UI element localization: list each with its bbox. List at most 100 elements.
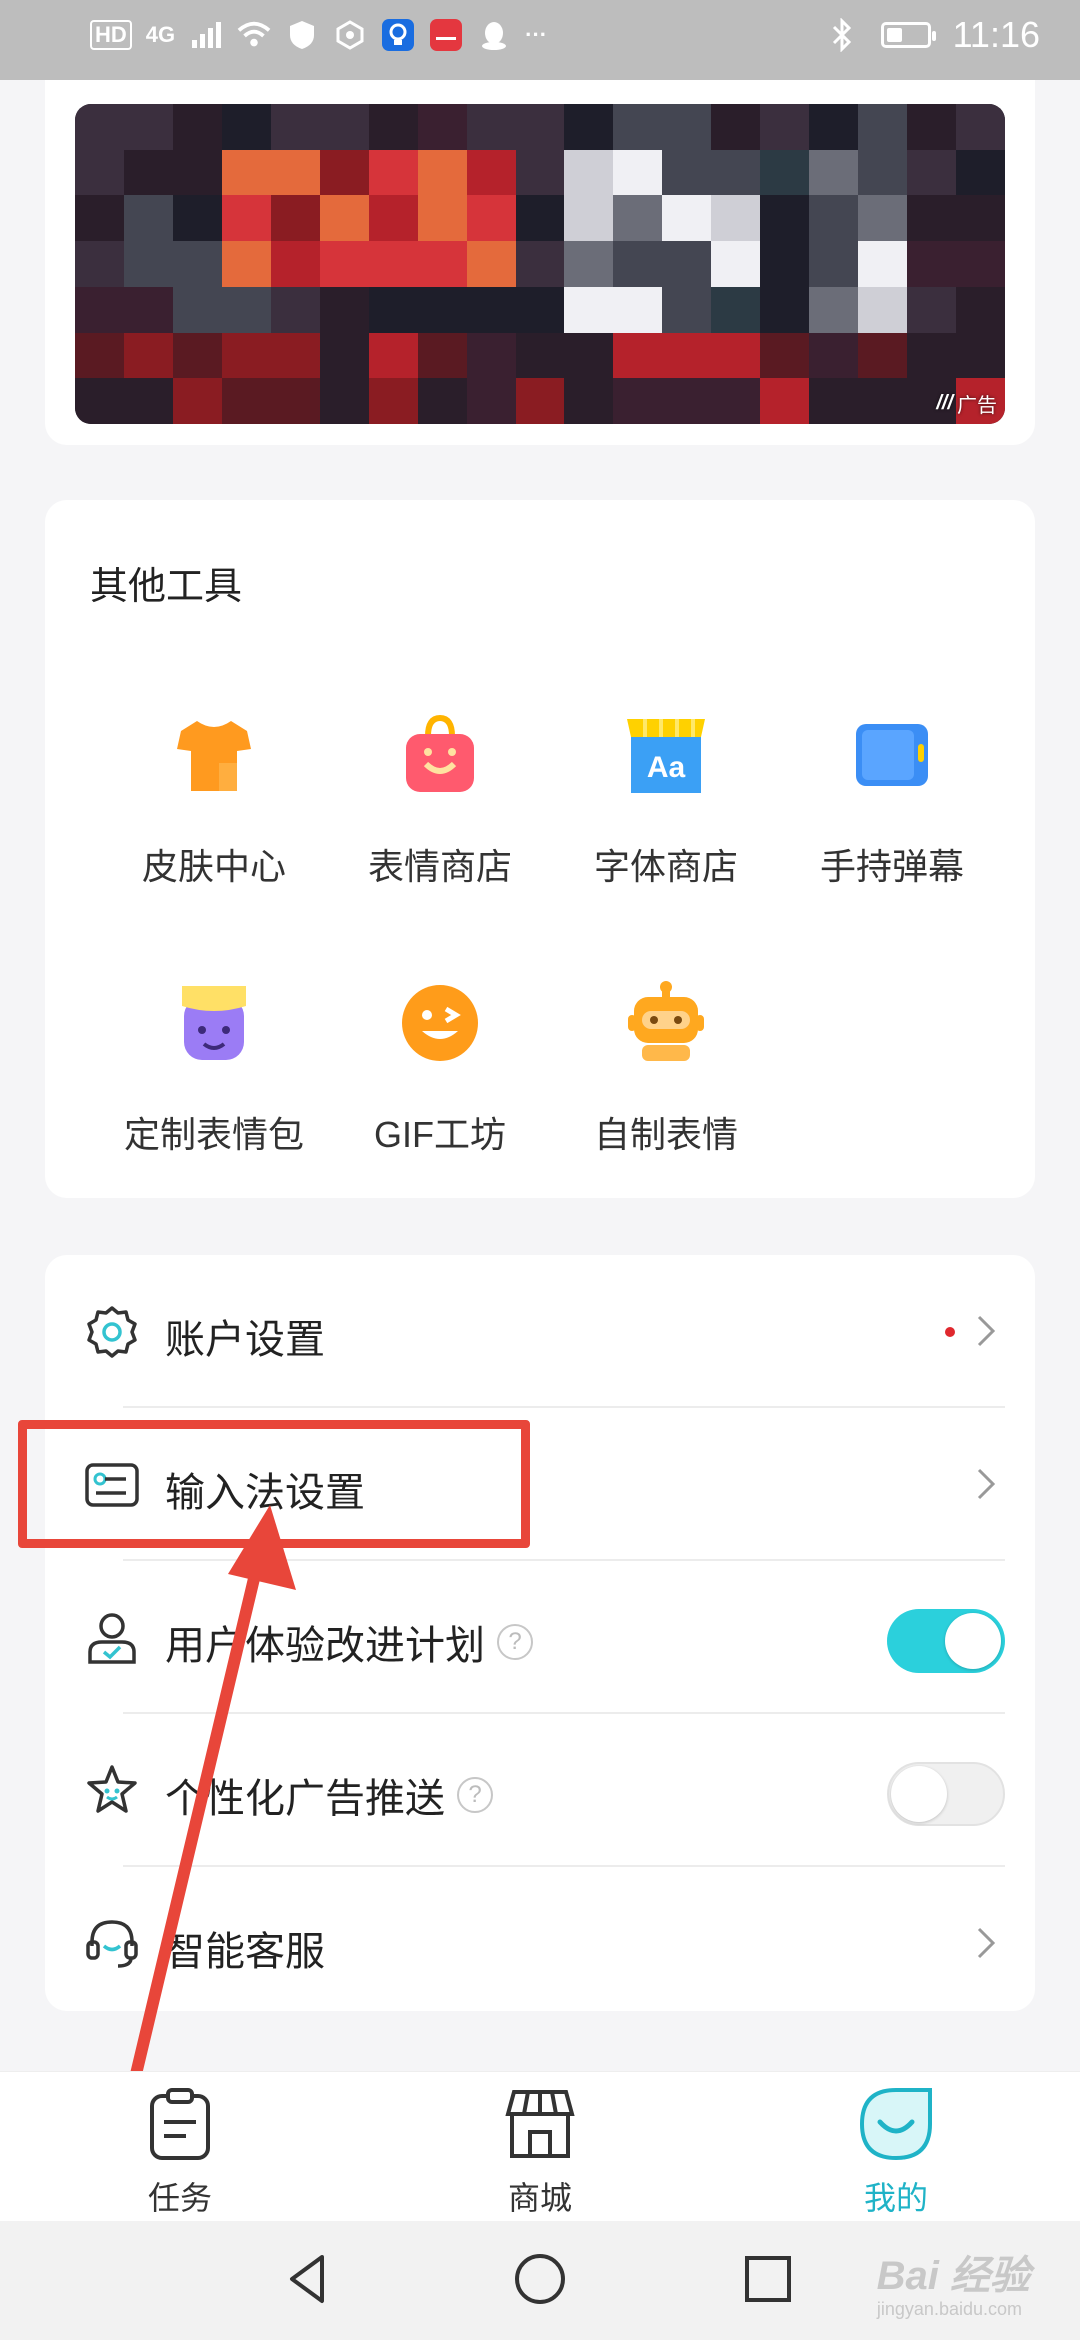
tool-handheld-danmaku[interactable]: 手持弹幕 xyxy=(779,710,1005,890)
ad-logo-icon: /// xyxy=(936,392,953,414)
banner-mosaic-tile xyxy=(368,332,418,379)
banner-mosaic-tile xyxy=(515,195,565,242)
banner-mosaic-tile xyxy=(956,149,1005,196)
banner-mosaic-tile xyxy=(564,286,614,333)
tool-label: 皮肤中心 xyxy=(141,846,286,887)
banner-mosaic-tile xyxy=(221,332,271,379)
back-icon[interactable] xyxy=(278,2249,338,2309)
banner-mosaic-tile xyxy=(466,286,516,333)
banner-mosaic-tile xyxy=(123,104,173,150)
banner-mosaic-tile xyxy=(319,332,369,379)
banner-mosaic-tile xyxy=(75,286,124,333)
settings-row-label: 智能客服 xyxy=(165,1919,325,1977)
banner-mosaic-tile xyxy=(123,332,173,379)
banner-mosaic-tile xyxy=(466,149,516,196)
banner-mosaic-tile xyxy=(711,149,761,196)
banner-mosaic-tile xyxy=(711,286,761,333)
settings-row-account[interactable]: 账户设置 xyxy=(45,1255,1035,1408)
huawei-app-icon xyxy=(429,18,463,52)
ad-label: 广告 xyxy=(957,395,997,417)
settings-row-label: 个性化广告推送 ? xyxy=(165,1766,493,1824)
banner-mosaic-tile xyxy=(270,104,320,150)
tool-font-store[interactable]: Aa 字体商店 xyxy=(553,710,779,890)
banner-mosaic-tile xyxy=(221,241,271,287)
banner-mosaic-tile xyxy=(368,378,418,424)
banner-mosaic-tile xyxy=(662,286,712,333)
banner-mosaic-tile xyxy=(417,378,467,424)
banner-card: /// 广告 xyxy=(45,80,1035,445)
banner-mosaic-tile xyxy=(662,104,712,150)
banner-mosaic-tile xyxy=(75,149,124,196)
banner-mosaic-tile xyxy=(319,104,369,150)
help-icon[interactable]: ? xyxy=(457,1777,493,1813)
banner-mosaic-tile xyxy=(907,149,957,196)
banner-mosaic-tile xyxy=(564,378,614,424)
banner-mosaic-tile xyxy=(564,195,614,242)
tool-label: 定制表情包 xyxy=(123,1114,304,1155)
banner-mosaic-tile xyxy=(368,241,418,287)
banner-mosaic-tile xyxy=(172,195,222,242)
banner-mosaic-tile xyxy=(760,241,810,287)
svg-text:Aa: Aa xyxy=(647,751,686,784)
nav-store[interactable]: 商城 xyxy=(440,2084,640,2219)
banner-mosaic-tile xyxy=(662,378,712,424)
banner-mosaic-tile xyxy=(711,332,761,379)
custom-emoji-icon xyxy=(169,978,259,1068)
nav-tasks[interactable]: 任务 xyxy=(80,2084,280,2219)
bottom-nav: 任务 商城 我的 xyxy=(0,2071,1080,2222)
banner-mosaic-tile xyxy=(858,378,908,424)
ad-banner[interactable]: /// 广告 xyxy=(75,104,1005,424)
banner-mosaic-tile xyxy=(858,241,908,287)
signal-icon xyxy=(189,18,223,52)
banner-mosaic-tile xyxy=(172,104,222,150)
banner-mosaic-tile xyxy=(809,104,859,150)
banner-mosaic-tile xyxy=(515,378,565,424)
banner-mosaic-tile xyxy=(123,286,173,333)
banner-mosaic-tile xyxy=(956,104,1005,150)
banner-mosaic-tile xyxy=(75,104,124,150)
banner-mosaic-tile xyxy=(466,195,516,242)
ad-tag: /// 广告 xyxy=(936,389,997,418)
shield-icon xyxy=(285,18,319,52)
banner-mosaic-tile xyxy=(662,149,712,196)
personalized-ads-toggle[interactable] xyxy=(887,1762,1005,1826)
banner-mosaic-tile xyxy=(515,104,565,150)
annotation-highlight-box xyxy=(18,1420,530,1548)
banner-mosaic-tile xyxy=(564,104,614,150)
tool-label: 字体商店 xyxy=(593,846,738,887)
home-icon[interactable] xyxy=(510,2249,570,2309)
smart-service-label: 智能客服 xyxy=(165,1930,325,1974)
banner-mosaic-tile xyxy=(417,104,467,150)
banner-mosaic-tile xyxy=(662,195,712,242)
banner-mosaic-tile xyxy=(613,378,663,424)
banner-mosaic-tile xyxy=(809,286,859,333)
watermark-text: Bai 经验 xyxy=(876,2254,1030,2298)
hexagon-icon xyxy=(333,18,367,52)
banner-mosaic-tile xyxy=(809,378,859,424)
settings-row-smart-service[interactable]: 智能客服 xyxy=(45,1867,1035,2020)
gear-icon xyxy=(83,1303,141,1361)
watermark-url: jingyan.baidu.com xyxy=(876,2299,1022,2319)
tool-custom-emoji[interactable]: 定制表情包 xyxy=(101,978,327,1158)
tool-gif-workshop[interactable]: GIF工坊 xyxy=(327,978,553,1158)
system-nav-bar: Bai 经验 jingyan.baidu.com xyxy=(0,2221,1080,2340)
tool-self-made-emoji[interactable]: 自制表情 xyxy=(553,978,779,1158)
banner-mosaic-tile xyxy=(760,195,810,242)
banner-mosaic-tile xyxy=(760,104,810,150)
banner-mosaic-tile xyxy=(907,241,957,287)
recents-icon[interactable] xyxy=(738,2249,798,2309)
banner-mosaic-tile xyxy=(270,195,320,242)
banner-mosaic-tile xyxy=(760,149,810,196)
ux-program-toggle[interactable] xyxy=(887,1609,1005,1673)
banner-mosaic-tile xyxy=(613,149,663,196)
tool-skin-center[interactable]: 皮肤中心 xyxy=(101,710,327,890)
banner-mosaic-tile xyxy=(417,241,467,287)
nav-label: 我的 xyxy=(863,2180,928,2216)
banner-mosaic-tile xyxy=(75,195,124,242)
tool-sticker-store[interactable]: 表情商店 xyxy=(327,710,553,890)
banner-mosaic-tile xyxy=(319,195,369,242)
help-icon[interactable]: ? xyxy=(497,1624,533,1660)
banner-mosaic-tile xyxy=(662,241,712,287)
nav-mine[interactable]: 我的 xyxy=(796,2084,996,2219)
settings-row-ux-program: 用户体验改进计划 ? xyxy=(45,1561,1035,1714)
